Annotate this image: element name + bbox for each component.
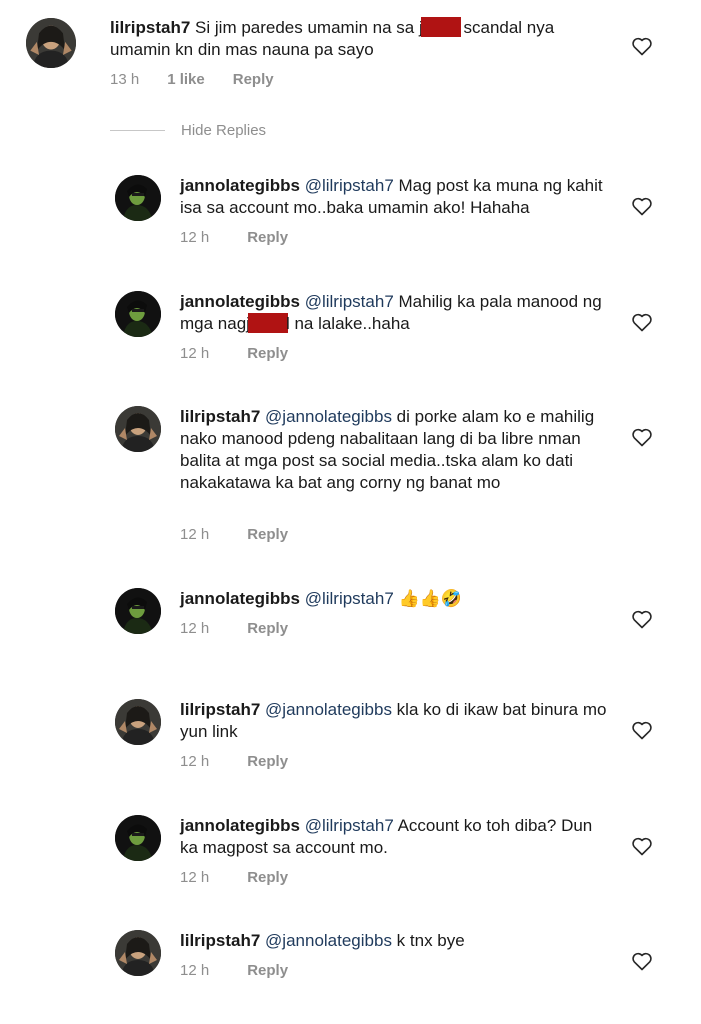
comment-username[interactable]: jannolategibbs <box>180 292 300 311</box>
comment-meta: 12 h Reply <box>180 345 288 362</box>
redaction-box <box>420 17 461 37</box>
comment-text: jannolategibbs @lilripstah7 Mag post ka … <box>180 175 610 219</box>
heart-icon[interactable] <box>631 196 653 216</box>
mention-link[interactable]: @lilripstah7 <box>305 176 394 195</box>
avatar[interactable] <box>115 588 161 634</box>
comment-meta: 12 h Reply <box>180 962 288 979</box>
comment-time: 12 h <box>180 345 210 362</box>
mention-link[interactable]: @lilripstah7 <box>305 816 394 835</box>
comment-time: 12 h <box>180 753 210 770</box>
comment-text: jannolategibbs @lilripstah7 Account ko t… <box>180 815 610 859</box>
comment-meta: 12 h Reply <box>180 526 288 543</box>
heart-icon[interactable] <box>631 609 653 629</box>
comment-meta: 12 h Reply <box>180 620 288 637</box>
avatar[interactable] <box>115 930 161 976</box>
avatar[interactable] <box>115 175 161 221</box>
comment-body: Si jim paredes umamin na sa j <box>195 18 423 37</box>
avatar[interactable] <box>115 406 161 452</box>
comment-time: 12 h <box>180 229 210 246</box>
reply-button[interactable]: Reply <box>233 71 274 88</box>
avatar[interactable] <box>115 815 161 861</box>
comment-text: lilripstah7 Si jim paredes umamin na sa … <box>110 17 590 61</box>
redaction-box <box>247 313 288 333</box>
comment-text: lilripstah7 @jannolategibbs k tnx bye <box>180 930 610 952</box>
comment-time: 12 h <box>180 869 210 886</box>
comment-username[interactable]: jannolategibbs <box>180 816 300 835</box>
avatar[interactable] <box>26 18 76 68</box>
comment-username[interactable]: lilripstah7 <box>180 700 260 719</box>
comment-text: jannolategibbs @lilripstah7 Mahilig ka p… <box>180 291 610 335</box>
comment-username[interactable]: jannolategibbs <box>180 176 300 195</box>
comment-text: lilripstah7 @jannolategibbs kla ko di ik… <box>180 699 610 743</box>
comment-username[interactable]: lilripstah7 <box>180 407 260 426</box>
likes-count[interactable]: 1 like <box>167 71 205 88</box>
reply-button[interactable]: Reply <box>247 869 288 886</box>
mention-link[interactable]: @lilripstah7 <box>305 589 394 608</box>
comment-time: 12 h <box>180 526 210 543</box>
heart-icon[interactable] <box>631 427 653 447</box>
comment-body: k tnx bye <box>391 931 465 950</box>
divider <box>110 130 165 131</box>
comment-text: jannolategibbs @lilripstah7 👍👍🤣 <box>180 588 610 610</box>
reply-button[interactable]: Reply <box>247 753 288 770</box>
heart-icon[interactable] <box>631 312 653 332</box>
comment-body: 👍👍🤣 <box>393 589 463 608</box>
reply-button[interactable]: Reply <box>247 962 288 979</box>
avatar[interactable] <box>115 699 161 745</box>
comment-text: lilripstah7 @jannolategibbs di porke ala… <box>180 406 610 494</box>
heart-icon[interactable] <box>631 36 653 56</box>
comment-username[interactable]: jannolategibbs <box>180 589 300 608</box>
heart-icon[interactable] <box>631 720 653 740</box>
reply-button[interactable]: Reply <box>247 526 288 543</box>
hide-replies-label: Hide Replies <box>181 122 267 139</box>
hide-replies-button[interactable]: Hide Replies <box>110 122 266 139</box>
comment-meta: 12 h Reply <box>180 753 288 770</box>
mention-link[interactable]: @jannolategibbs <box>265 407 392 426</box>
comment-meta: 12 h Reply <box>180 229 288 246</box>
comment-time: 12 h <box>180 620 210 637</box>
comment-meta: 13 h 1 like Reply <box>110 71 274 88</box>
comment-username[interactable]: lilripstah7 <box>180 931 260 950</box>
reply-button[interactable]: Reply <box>247 345 288 362</box>
mention-link[interactable]: @lilripstah7 <box>305 292 394 311</box>
heart-icon[interactable] <box>631 951 653 971</box>
reply-button[interactable]: Reply <box>247 229 288 246</box>
reply-button[interactable]: Reply <box>247 620 288 637</box>
avatar[interactable] <box>115 291 161 337</box>
mention-link[interactable]: @jannolategibbs <box>265 931 392 950</box>
comment-body: l na lalake..haha <box>285 314 410 333</box>
comment-time: 12 h <box>180 962 210 979</box>
mention-link[interactable]: @jannolategibbs <box>265 700 392 719</box>
comment-username[interactable]: lilripstah7 <box>110 18 190 37</box>
comment-time: 13 h <box>110 71 140 88</box>
comment-meta: 12 h Reply <box>180 869 288 886</box>
heart-icon[interactable] <box>631 836 653 856</box>
